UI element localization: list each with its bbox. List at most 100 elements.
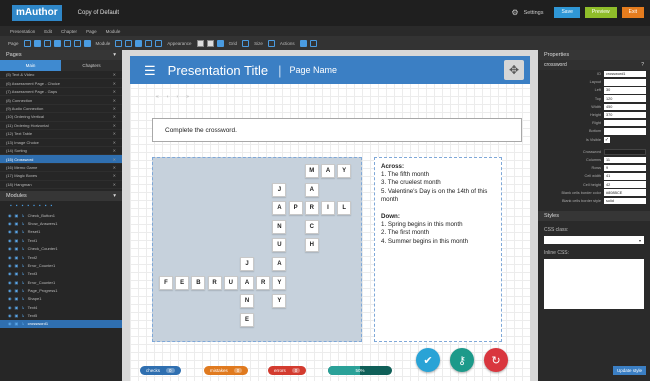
lock-icon[interactable]: ▣ — [15, 280, 19, 285]
module-tool-icon[interactable]: ▪ — [39, 203, 41, 209]
property-value-input[interactable]: 120 — [604, 95, 646, 102]
delete-page-icon[interactable]: ✕ — [113, 182, 116, 187]
menu-edit[interactable]: Edit — [44, 29, 52, 34]
page-list-item[interactable]: (13) Image Choice ✕ — [0, 139, 122, 147]
lock-icon[interactable]: ▣ — [15, 238, 19, 243]
module-copy-icon[interactable] — [125, 39, 133, 47]
delete-page-icon[interactable]: ✕ — [113, 81, 116, 86]
instruction-text[interactable]: Complete the crossword. — [152, 118, 522, 142]
delete-page-icon[interactable]: ✕ — [113, 123, 116, 128]
eye-icon[interactable]: ◉ — [8, 321, 12, 326]
move-down-icon[interactable] — [83, 39, 91, 47]
module-tool-icon[interactable]: ▪ — [33, 203, 35, 209]
eye-icon[interactable]: ◉ — [8, 263, 12, 268]
crossword-cell[interactable]: L — [337, 201, 352, 216]
lock-icon[interactable]: ▣ — [15, 313, 19, 318]
delete-page-icon[interactable]: ✕ — [113, 106, 116, 111]
eye-icon[interactable]: ◉ — [8, 238, 12, 243]
module-list-item[interactable]: ◉ ▣ ↳ Error_Counter1 — [0, 278, 122, 286]
copy-page-icon[interactable] — [33, 39, 41, 47]
property-value-input[interactable]: #808BCE — [604, 189, 646, 196]
page-list-item[interactable]: (18) Hangman ✕ — [0, 181, 122, 190]
module-list-item[interactable]: ◉ ▣ ↳ Show_Answers1 — [0, 219, 122, 227]
page-list-item[interactable]: (9) Audio Connection ✕ — [0, 105, 122, 114]
check-button[interactable]: ✔ — [416, 348, 440, 372]
module-tool-icon[interactable]: ▪ — [50, 203, 52, 209]
appearance-swatch-1[interactable] — [196, 39, 204, 47]
puzzle-icon[interactable]: ✥ — [504, 60, 524, 80]
appearance-swatch-2[interactable] — [206, 39, 214, 47]
crossword-cell[interactable]: J — [240, 257, 254, 271]
page-list-item[interactable]: (11) Ordering Horizontal ✕ — [0, 122, 122, 131]
delete-page-icon[interactable]: ✕ — [113, 98, 116, 103]
preview-button[interactable]: Preview — [584, 7, 617, 18]
crossword-cell[interactable]: J — [272, 182, 287, 197]
property-value-input[interactable]: crossword1 — [604, 70, 646, 78]
module-list-item[interactable]: ◉ ▣ ↳ Text3 — [0, 270, 122, 278]
page-list-item[interactable]: (17) Magic Boxes ✕ — [0, 172, 122, 181]
property-value-input[interactable] — [604, 119, 646, 127]
inline-css-textarea[interactable] — [544, 259, 644, 309]
menu-chapter[interactable]: Chapter — [61, 29, 77, 34]
property-value-input[interactable]: 41 — [604, 173, 646, 180]
lock-icon[interactable]: ▣ — [15, 296, 19, 301]
page-list-item[interactable]: (6) Assessment Page - Choice ✕ — [0, 79, 122, 88]
lock-icon[interactable]: ▣ — [15, 213, 19, 218]
module-list-item[interactable]: ◉ ▣ ↳ Text1 — [0, 236, 122, 244]
module-tool-icon[interactable]: ▪ — [27, 203, 29, 209]
crossword-cell[interactable]: M — [304, 164, 319, 178]
module-list-item[interactable]: ◉ ▣ ↳ Reset1 — [0, 228, 122, 236]
module-list-item[interactable]: ◉ ▣ ↳ Shape1 — [0, 295, 122, 303]
module-cut-icon[interactable] — [115, 39, 123, 47]
module-list-item[interactable]: ◉ ▣ ↳ Text5 — [0, 311, 122, 319]
eye-icon[interactable]: ◉ — [8, 288, 12, 293]
property-value-input[interactable]: 11 — [604, 156, 646, 164]
css-class-select[interactable]: ▾ — [544, 236, 644, 244]
settings-label[interactable]: Settings — [524, 10, 544, 16]
module-list-item[interactable]: ◉ ▣ ↳ Text2 — [0, 253, 122, 261]
crossword-cell[interactable]: B — [191, 275, 206, 290]
module-list-item[interactable]: ◉ ▣ ↳ Check_Button1 — [0, 211, 122, 219]
crossword-cell[interactable]: F — [159, 275, 173, 290]
module-delete-icon[interactable] — [145, 39, 153, 47]
page-list-item[interactable]: (12) Text Table ✕ — [0, 130, 122, 139]
lock-icon[interactable]: ▣ — [15, 321, 19, 326]
crossword-cell[interactable]: R — [256, 275, 271, 290]
module-list-item[interactable]: ◉ ▣ ↳ Text4 — [0, 303, 122, 311]
page-list-item[interactable]: (10) Ordering Vertical ✕ — [0, 113, 122, 122]
crossword-cell[interactable]: Y — [337, 164, 352, 178]
new-page-icon[interactable] — [23, 39, 31, 47]
property-value-input[interactable] — [604, 128, 646, 135]
property-value-input[interactable]: 370 — [604, 111, 646, 119]
property-value-input[interactable] — [604, 148, 646, 156]
show-answers-button[interactable]: ⚷ — [450, 348, 474, 372]
page-list-item[interactable]: (14) Sorting ✕ — [0, 147, 122, 156]
last-page-icon[interactable]: » — [186, 94, 189, 100]
delete-page-icon[interactable]: ✕ — [113, 173, 116, 178]
page-list-item[interactable]: (15) Crossword ✕ — [0, 155, 122, 164]
eye-icon[interactable]: ◉ — [8, 305, 12, 310]
property-value-input[interactable]: 450 — [604, 103, 646, 111]
move-up-icon[interactable] — [73, 39, 81, 47]
module-tool-icon[interactable]: ▪ — [10, 203, 12, 209]
property-value-input[interactable]: 42 — [604, 181, 646, 188]
lock-icon[interactable]: ▣ — [15, 288, 19, 293]
paste-page-icon[interactable] — [43, 39, 51, 47]
menu-page[interactable]: Page — [86, 29, 97, 34]
collapse-pages-icon[interactable]: ▾ — [113, 52, 116, 58]
size-equal-icon[interactable] — [267, 39, 275, 47]
lock-icon[interactable]: ▣ — [15, 271, 19, 276]
lock-icon[interactable]: ▣ — [15, 229, 19, 234]
lock-icon[interactable]: ▣ — [15, 263, 19, 268]
crossword-cell[interactable]: Y — [272, 275, 287, 290]
eye-icon[interactable]: ◉ — [8, 296, 12, 301]
crossword-cell[interactable]: U — [272, 238, 287, 253]
reset-button[interactable]: ↻ — [484, 348, 508, 372]
module-list-item[interactable]: ◉ ▣ ↳ crossword1 — [0, 319, 122, 328]
next-page-icon[interactable]: › — [176, 94, 178, 100]
property-value-input[interactable]: solid — [604, 197, 646, 205]
page-list-item[interactable]: (8) Connection ✕ — [0, 96, 122, 105]
crossword-cell[interactable]: A — [304, 182, 319, 197]
document-title[interactable]: Copy of Default — [78, 10, 119, 16]
delete-page-icon[interactable]: ✕ — [113, 114, 116, 119]
